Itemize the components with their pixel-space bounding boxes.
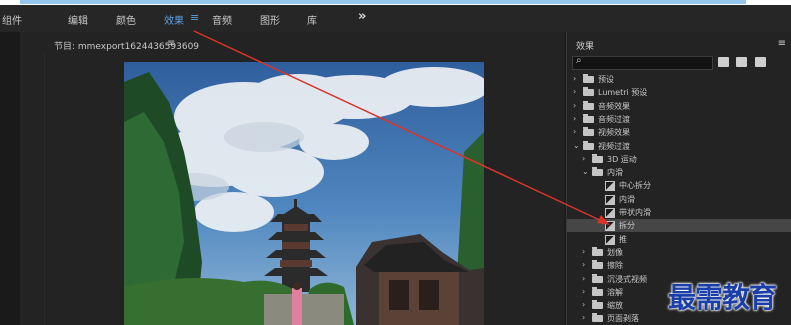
watermark-logo: 最需教育 [668, 281, 777, 314]
